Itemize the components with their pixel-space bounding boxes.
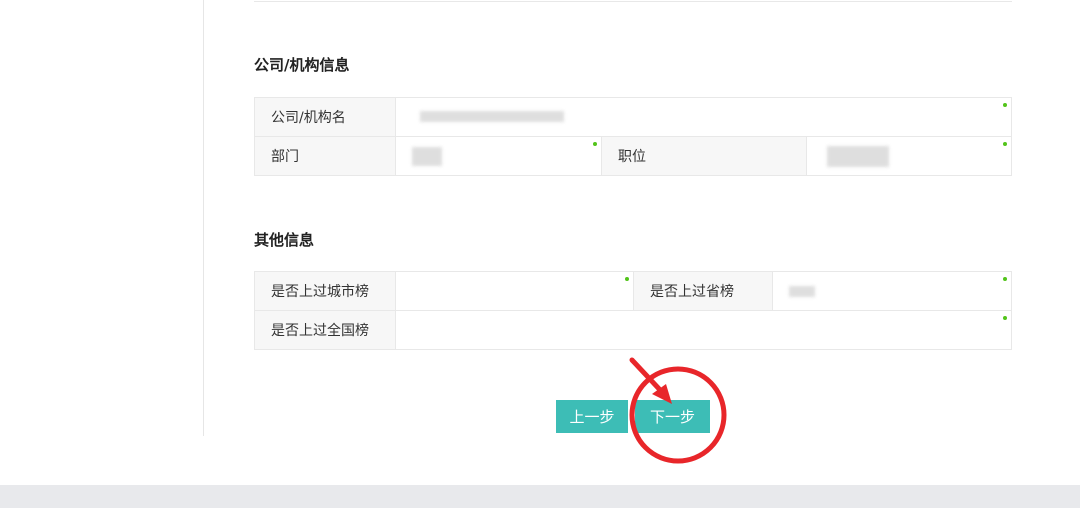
annotation-overlay bbox=[629, 357, 727, 464]
national-rank-select[interactable] bbox=[396, 311, 1012, 349]
province-rank-redacted-value bbox=[789, 286, 815, 297]
company-name-field[interactable] bbox=[396, 98, 1012, 136]
footer-bar bbox=[0, 485, 1080, 508]
company-name-redacted-value bbox=[420, 111, 564, 122]
city-rank-label: 是否上过城市榜 bbox=[255, 272, 396, 310]
company-name-row: 公司/机构名 bbox=[255, 98, 1012, 137]
arrow-shaft-icon bbox=[629, 357, 665, 395]
province-rank-label: 是否上过省榜 bbox=[634, 272, 773, 310]
department-redacted-value bbox=[412, 147, 442, 166]
position-label: 职位 bbox=[602, 137, 807, 175]
province-rank-select[interactable] bbox=[773, 272, 1012, 310]
required-indicator bbox=[1003, 316, 1007, 320]
required-indicator bbox=[1003, 142, 1007, 146]
other-info-table: 是否上过城市榜 是否上过省榜 是否上过全国榜 bbox=[254, 271, 1012, 350]
company-section-title: 公司/机构信息 bbox=[254, 56, 350, 74]
next-step-button[interactable]: 下一步 bbox=[635, 400, 710, 433]
position-field[interactable] bbox=[807, 137, 1012, 175]
other-section-title: 其他信息 bbox=[254, 231, 315, 249]
department-position-row: 部门 职位 bbox=[255, 137, 1012, 176]
company-name-label: 公司/机构名 bbox=[255, 98, 396, 136]
national-rank-label: 是否上过全国榜 bbox=[255, 311, 396, 349]
position-redacted-value bbox=[827, 146, 889, 167]
required-indicator bbox=[1003, 277, 1007, 281]
rank-row: 是否上过城市榜 是否上过省榜 bbox=[255, 272, 1012, 311]
previous-step-button[interactable]: 上一步 bbox=[556, 400, 628, 433]
required-indicator bbox=[625, 277, 629, 281]
form-page: 公司/机构信息 公司/机构名 部门 职位 其他信息 是否上过城市榜 是否上过省榜… bbox=[0, 0, 1080, 508]
city-rank-select[interactable] bbox=[396, 272, 634, 310]
previous-table-bottom-border bbox=[254, 0, 1012, 2]
required-indicator bbox=[1003, 103, 1007, 107]
required-indicator bbox=[593, 142, 597, 146]
company-info-table: 公司/机构名 部门 职位 bbox=[254, 97, 1012, 176]
department-field[interactable] bbox=[396, 137, 602, 175]
national-rank-row: 是否上过全国榜 bbox=[255, 311, 1012, 350]
sidebar-divider bbox=[203, 0, 204, 436]
department-label: 部门 bbox=[255, 137, 396, 175]
